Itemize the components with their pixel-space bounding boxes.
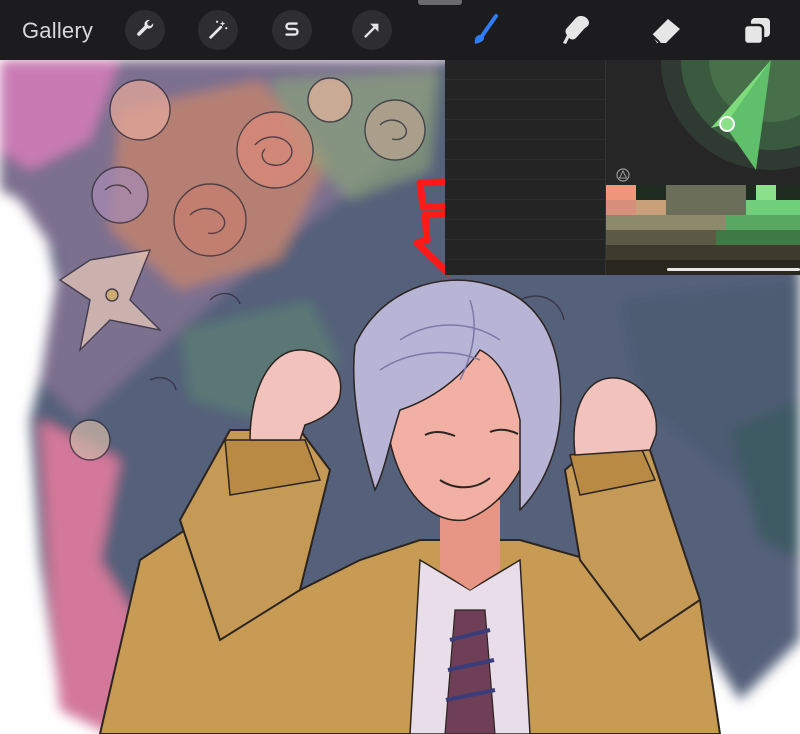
drag-handle[interactable] [418, 0, 462, 5]
list-item[interactable] [445, 220, 605, 240]
eraser-icon [651, 19, 680, 44]
harmony-mode-icon[interactable] [616, 168, 630, 182]
list-item[interactable] [445, 60, 605, 80]
selection-button[interactable] [272, 10, 312, 50]
eraser-tool-button[interactable] [646, 12, 684, 50]
list-item[interactable] [445, 100, 605, 120]
top-toolbar: Gallery [0, 0, 800, 60]
wrench-icon [137, 19, 154, 36]
color-picker-handle[interactable] [719, 116, 735, 132]
selection-s-icon [285, 22, 299, 36]
brush-tool-button[interactable] [466, 12, 504, 50]
list-item[interactable] [445, 200, 605, 220]
opacity-slider[interactable] [667, 268, 800, 271]
actions-wrench-button[interactable] [125, 10, 165, 50]
layers-icon [742, 18, 770, 46]
transform-arrow-icon [364, 23, 379, 38]
list-item[interactable] [445, 120, 605, 140]
list-item[interactable] [445, 160, 605, 180]
adjustments-button[interactable] [198, 10, 238, 50]
list-item[interactable] [445, 80, 605, 100]
gallery-button[interactable]: Gallery [22, 18, 93, 44]
smudge-tool-button[interactable] [558, 12, 596, 50]
list-item[interactable] [445, 240, 605, 260]
magic-wand-icon [209, 20, 228, 39]
smudge-icon [563, 16, 589, 44]
list-item[interactable] [445, 180, 605, 200]
list-item[interactable] [445, 140, 605, 160]
layers-button[interactable] [738, 12, 776, 50]
transform-button[interactable] [352, 10, 392, 50]
color-palette-grid[interactable] [606, 185, 800, 275]
brush-library-list[interactable] [445, 60, 606, 275]
brush-icon [474, 14, 498, 44]
color-panel [445, 60, 800, 275]
color-wheel[interactable] [606, 60, 800, 185]
